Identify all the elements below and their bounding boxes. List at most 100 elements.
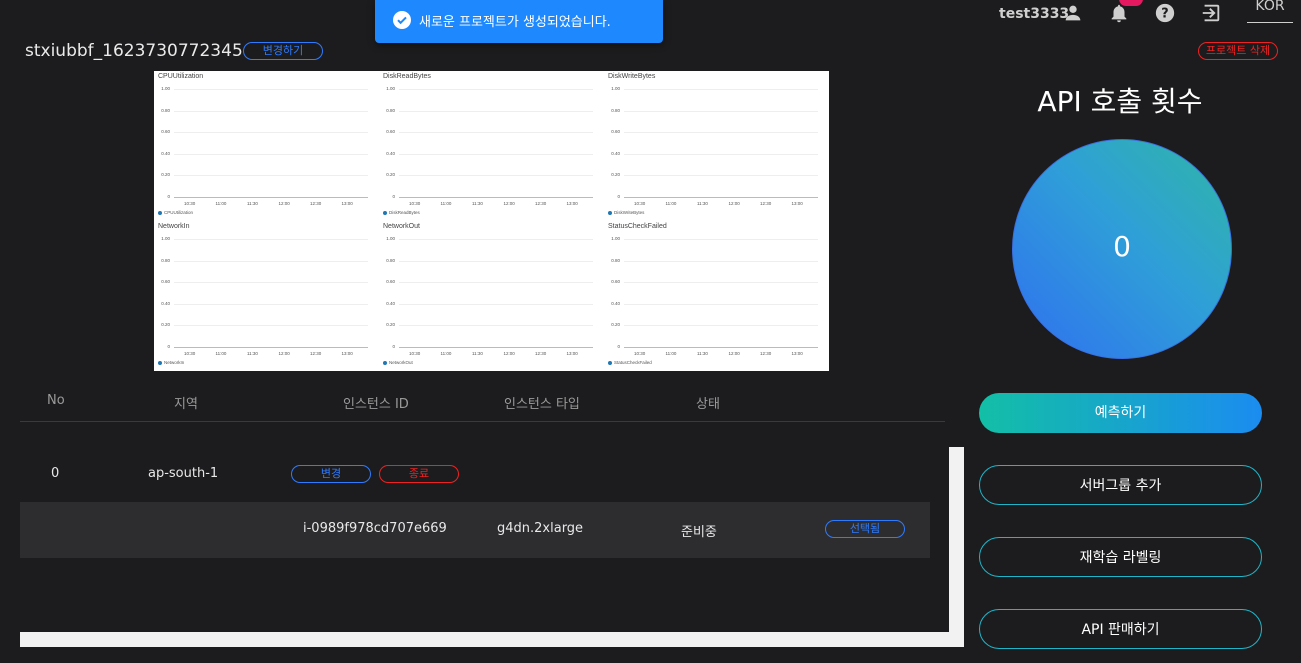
grid-line bbox=[624, 239, 818, 240]
x-tick-label: 10:30 bbox=[184, 201, 196, 206]
grid-line bbox=[174, 347, 368, 348]
x-tick-label: 11:30 bbox=[472, 201, 483, 206]
legend-dot-icon bbox=[158, 210, 162, 215]
language-selector[interactable]: KOR bbox=[1247, 0, 1293, 23]
grid-line bbox=[174, 110, 368, 112]
selected-button[interactable]: 선택됨 bbox=[825, 520, 905, 538]
grid-line bbox=[624, 282, 818, 284]
grid-line bbox=[174, 239, 368, 240]
metric-chart: NetworkIn 1.00 0.80 0.60 0.40 0.20 0 10:30 11:00… bbox=[154, 221, 379, 371]
legend-label: NetworkIn bbox=[164, 360, 185, 365]
instance-id: i-0989f978cd707e669 bbox=[303, 521, 447, 536]
x-tick-label: 13:00 bbox=[341, 351, 353, 356]
grid-line bbox=[174, 303, 368, 305]
y-tick-label: 0.60 bbox=[386, 279, 395, 285]
grid-line bbox=[399, 260, 593, 262]
y-tick-label: 0.60 bbox=[161, 129, 170, 135]
retrain-labeling-button[interactable]: 재학습 라벨링 bbox=[979, 537, 1262, 577]
metric-chart: DiskWriteBytes 1.00 0.80 0.60 0.40 0.20 0 10:30… bbox=[604, 71, 829, 221]
x-tick-label: 12:00 bbox=[728, 351, 740, 356]
legend-dot-icon bbox=[158, 360, 162, 365]
instance-type: g4dn.2xlarge bbox=[497, 521, 584, 536]
y-tick-label: 0.20 bbox=[611, 172, 620, 178]
y-tick-label: 0 bbox=[167, 194, 170, 199]
group-no: 0 bbox=[51, 466, 60, 481]
sell-api-button[interactable]: API 판매하기 bbox=[979, 609, 1262, 649]
y-tick-label: 0.20 bbox=[611, 322, 620, 328]
change-group-button[interactable]: 변경 bbox=[291, 465, 371, 483]
legend-dot-icon bbox=[608, 210, 612, 215]
grid-line bbox=[399, 282, 593, 284]
x-tick-label: 10:30 bbox=[409, 201, 421, 206]
y-tick-label: 0.60 bbox=[611, 279, 620, 285]
metric-chart-title: DiskReadBytes bbox=[383, 73, 431, 80]
y-tick-label: 0 bbox=[617, 194, 620, 199]
help-icon[interactable]: ? bbox=[1154, 2, 1176, 24]
notification-badge bbox=[1119, 0, 1143, 6]
grid-line bbox=[174, 89, 368, 90]
user-icon[interactable] bbox=[1062, 2, 1084, 24]
y-tick-label: 0.40 bbox=[611, 150, 620, 156]
panel-border-right bbox=[949, 447, 964, 647]
grid-line bbox=[399, 303, 593, 305]
legend-label: DiskWriteBytes bbox=[614, 210, 645, 215]
metric-chart-title: CPUUtilization bbox=[158, 73, 204, 80]
grid-line bbox=[624, 260, 818, 262]
x-tick-label: 12:00 bbox=[503, 201, 515, 206]
legend-dot-icon bbox=[383, 210, 387, 215]
grid-line bbox=[399, 239, 593, 240]
grid-line bbox=[624, 303, 818, 305]
y-tick-label: 0.20 bbox=[161, 172, 170, 178]
x-tick-label: 11:00 bbox=[440, 201, 452, 206]
delete-project-button[interactable]: 프로젝트 삭제 bbox=[1198, 42, 1278, 60]
metric-legend: DiskReadBytes bbox=[383, 210, 420, 215]
logout-icon[interactable] bbox=[1200, 2, 1222, 24]
instance-status: 준비중 bbox=[681, 525, 717, 540]
y-tick-label: 0.40 bbox=[161, 150, 170, 156]
grid-line bbox=[174, 260, 368, 262]
grid-line bbox=[174, 282, 368, 284]
y-tick-label: 0.80 bbox=[611, 107, 620, 113]
metric-chart: StatusCheckFailed 1.00 0.80 0.60 0.40 0.20 0 10… bbox=[604, 221, 829, 371]
y-tick-label: 0 bbox=[167, 344, 170, 349]
x-tick-label: 13:00 bbox=[566, 201, 578, 206]
y-tick-label: 0 bbox=[617, 344, 620, 349]
x-tick-label: 11:00 bbox=[665, 201, 677, 206]
panel-border-bottom bbox=[20, 632, 964, 647]
terminate-group-button[interactable]: 종료 bbox=[379, 465, 459, 483]
col-header-instance-id: 인스턴스 ID bbox=[343, 397, 409, 412]
y-tick-label: 1.00 bbox=[611, 86, 620, 91]
grid-line bbox=[399, 110, 593, 112]
x-tick-label: 10:30 bbox=[409, 351, 421, 356]
y-tick-label: 1.00 bbox=[386, 86, 395, 91]
grid-line bbox=[174, 175, 368, 177]
metric-legend: CPUUtilization bbox=[158, 210, 193, 215]
x-tick-label: 12:30 bbox=[760, 351, 772, 356]
metric-chart-title: NetworkIn bbox=[158, 223, 190, 230]
rename-project-button[interactable]: 변경하기 bbox=[243, 42, 323, 60]
x-tick-label: 12:30 bbox=[535, 201, 547, 206]
x-tick-label: 11:00 bbox=[215, 351, 227, 356]
grid-line bbox=[399, 175, 593, 177]
grid-line bbox=[174, 132, 368, 134]
grid-line bbox=[174, 325, 368, 327]
x-tick-label: 13:00 bbox=[791, 351, 803, 356]
add-server-group-button[interactable]: 서버그룹 추가 bbox=[979, 465, 1262, 505]
predict-button[interactable]: 예측하기 bbox=[979, 393, 1262, 433]
legend-label: DiskReadBytes bbox=[389, 210, 420, 215]
legend-dot-icon bbox=[383, 360, 387, 365]
x-tick-label: 11:30 bbox=[697, 201, 708, 206]
grid-line bbox=[624, 325, 818, 327]
metric-legend: StatusCheckFailed bbox=[608, 360, 652, 365]
grid-line bbox=[624, 110, 818, 112]
table-row[interactable] bbox=[20, 502, 930, 558]
legend-label: StatusCheckFailed bbox=[614, 360, 652, 365]
y-tick-label: 0.40 bbox=[161, 300, 170, 306]
y-tick-label: 0.20 bbox=[386, 322, 395, 328]
y-tick-label: 0 bbox=[392, 344, 395, 349]
toast-notification: 새로운 프로젝트가 생성되었습니다. bbox=[375, 0, 663, 43]
x-tick-label: 11:30 bbox=[697, 351, 708, 356]
x-tick-label: 10:30 bbox=[634, 351, 646, 356]
x-tick-label: 12:00 bbox=[278, 351, 290, 356]
y-tick-label: 0.20 bbox=[386, 172, 395, 178]
